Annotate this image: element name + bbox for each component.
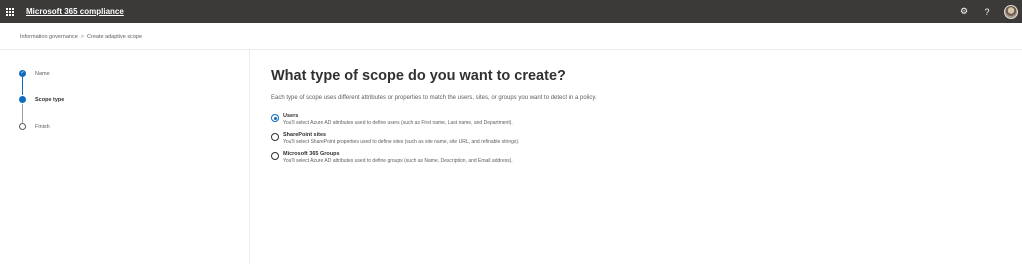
option-users[interactable]: Users You'll select Azure AD attributes … xyxy=(271,113,597,127)
step-connector xyxy=(22,104,23,123)
gear-icon[interactable]: ⚙ xyxy=(958,6,970,17)
option-microsoft-365-groups[interactable]: Microsoft 365 Groups You'll select Azure… xyxy=(271,151,597,165)
app-title-link[interactable]: Microsoft 365 compliance xyxy=(26,7,124,16)
page-description: Each type of scope uses different attrib… xyxy=(271,95,597,101)
waffle-icon xyxy=(6,7,14,16)
option-sharepoint-sites[interactable]: SharePoint sites You'll select SharePoin… xyxy=(271,132,597,146)
option-description: You'll select SharePoint properties used… xyxy=(283,139,520,145)
breadcrumb-separator-icon: > xyxy=(80,34,85,40)
avatar[interactable] xyxy=(1004,4,1018,19)
wizard-steps-panel: ✓ Name Scope type Finish xyxy=(0,50,250,264)
step-label: Scope type xyxy=(35,96,65,103)
step-scope-type[interactable]: Scope type xyxy=(19,96,64,103)
scope-type-radio-group: Users You'll select Azure AD attributes … xyxy=(271,113,597,165)
breadcrumb-item-create-adaptive-scope: Create adaptive scope xyxy=(87,34,143,40)
checkmark-icon: ✓ xyxy=(19,70,26,77)
option-title: Users xyxy=(283,113,299,119)
radio-sharepoint-sites[interactable] xyxy=(271,133,279,141)
step-name[interactable]: ✓ Name xyxy=(19,70,50,77)
breadcrumb-item-information-governance[interactable]: Information governance xyxy=(20,34,78,40)
step-label: Finish xyxy=(35,123,50,130)
option-description: You'll select Azure AD attributes used t… xyxy=(283,158,513,164)
option-title: SharePoint sites xyxy=(283,132,327,138)
main-content: What type of scope do you want to create… xyxy=(271,68,597,170)
top-bar: Microsoft 365 compliance ⚙ ? xyxy=(0,0,1022,23)
help-icon[interactable]: ? xyxy=(981,7,993,17)
top-right-actions: ⚙ ? xyxy=(958,0,1018,23)
option-description: You'll select Azure AD attributes used t… xyxy=(283,120,513,126)
step-finish[interactable]: Finish xyxy=(19,123,50,130)
option-title: Microsoft 365 Groups xyxy=(283,151,340,157)
current-step-icon xyxy=(19,96,26,103)
breadcrumb: Information governance > Create adaptive… xyxy=(20,31,142,43)
app-launcher-button[interactable] xyxy=(0,0,20,23)
step-connector xyxy=(22,77,23,95)
page-title: What type of scope do you want to create… xyxy=(271,68,566,84)
radio-users[interactable] xyxy=(271,114,279,122)
radio-microsoft-365-groups[interactable] xyxy=(271,152,279,160)
step-label: Name xyxy=(35,70,50,77)
pending-step-icon xyxy=(19,123,26,130)
